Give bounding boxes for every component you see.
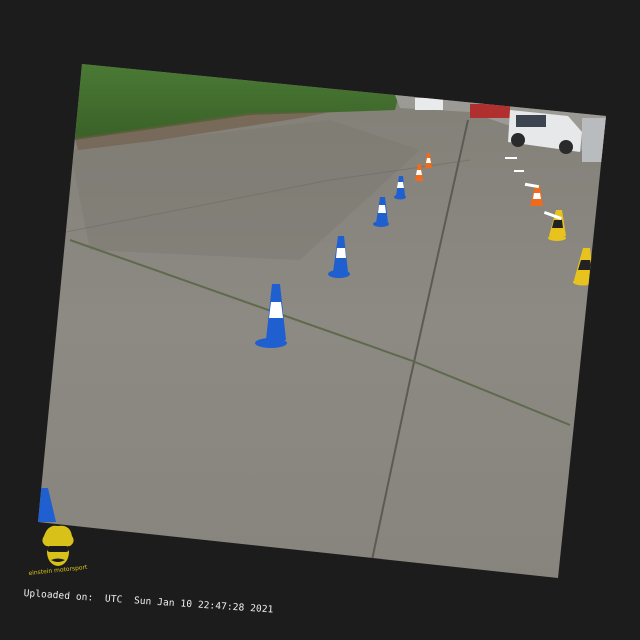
einstein-motorsport-logo: einstein motorsport: [26, 524, 106, 592]
upload-timezone: UTC: [104, 593, 123, 606]
white-car-far: [415, 98, 443, 110]
red-car: [470, 104, 510, 118]
